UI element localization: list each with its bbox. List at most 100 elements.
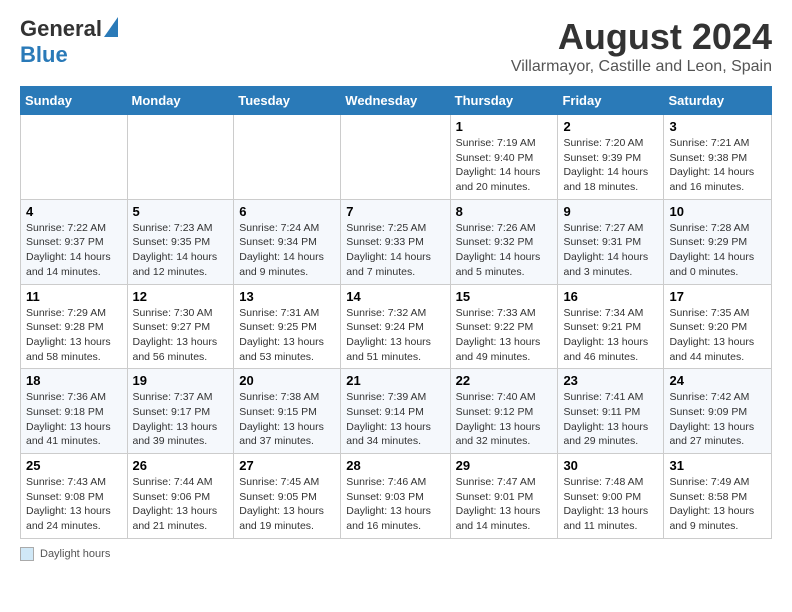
- header-tuesday: Tuesday: [234, 87, 341, 115]
- header-row: SundayMondayTuesdayWednesdayThursdayFrid…: [21, 87, 772, 115]
- day-number: 19: [133, 373, 229, 388]
- logo-triangle-icon: [104, 17, 118, 37]
- daylight-box: [20, 547, 34, 561]
- day-info: Sunrise: 7:49 AMSunset: 8:58 PMDaylight:…: [669, 475, 766, 534]
- day-info: Sunrise: 7:29 AMSunset: 9:28 PMDaylight:…: [26, 306, 122, 365]
- day-info: Sunrise: 7:41 AMSunset: 9:11 PMDaylight:…: [563, 390, 658, 449]
- day-info: Sunrise: 7:36 AMSunset: 9:18 PMDaylight:…: [26, 390, 122, 449]
- cell-4-5: 30 Sunrise: 7:48 AMSunset: 9:00 PMDayligh…: [558, 454, 664, 539]
- day-info: Sunrise: 7:40 AMSunset: 9:12 PMDaylight:…: [456, 390, 553, 449]
- cell-3-5: 23 Sunrise: 7:41 AMSunset: 9:11 PMDayligh…: [558, 369, 664, 454]
- day-info: Sunrise: 7:47 AMSunset: 9:01 PMDaylight:…: [456, 475, 553, 534]
- cell-2-4: 15Sunrise: 7:33 AMSunset: 9:22 PMDayligh…: [450, 284, 558, 369]
- cell-1-1: 5Sunrise: 7:23 AMSunset: 9:35 PMDaylight…: [127, 199, 234, 284]
- day-number: 22: [456, 373, 553, 388]
- cell-4-3: 28 Sunrise: 7:46 AMSunset: 9:03 PMDayligh…: [341, 454, 450, 539]
- day-number: 24: [669, 373, 766, 388]
- cell-3-3: 21Sunrise: 7:39 AMSunset: 9:14 PMDayligh…: [341, 369, 450, 454]
- week-row-0: 1Sunrise: 7:19 AMSunset: 9:40 PMDaylight…: [21, 115, 772, 200]
- day-number: 1: [456, 119, 553, 134]
- week-row-4: 25 Sunrise: 7:43 AMSunset: 9:08 PMDayligh…: [21, 454, 772, 539]
- day-info: Sunrise: 7:23 AMSunset: 9:35 PMDaylight:…: [133, 221, 229, 280]
- day-number: 28: [346, 458, 444, 473]
- cell-2-6: 17 Sunrise: 7:35 AMSunset: 9:20 PMDayligh…: [664, 284, 772, 369]
- day-number: 9: [563, 204, 658, 219]
- day-number: 10: [669, 204, 766, 219]
- header-saturday: Saturday: [664, 87, 772, 115]
- day-info: Sunrise: 7:25 AMSunset: 9:33 PMDaylight:…: [346, 221, 444, 280]
- day-number: 3: [669, 119, 766, 134]
- cell-0-4: 1Sunrise: 7:19 AMSunset: 9:40 PMDaylight…: [450, 115, 558, 200]
- cell-0-5: 2Sunrise: 7:20 AMSunset: 9:39 PMDaylight…: [558, 115, 664, 200]
- day-info: Sunrise: 7:35 AMSunset: 9:20 PMDaylight:…: [669, 306, 766, 365]
- cell-3-1: 19 Sunrise: 7:37 AMSunset: 9:17 PMDayligh…: [127, 369, 234, 454]
- week-row-3: 18 Sunrise: 7:36 AMSunset: 9:18 PMDayligh…: [21, 369, 772, 454]
- calendar-table: SundayMondayTuesdayWednesdayThursdayFrid…: [20, 86, 772, 539]
- day-number: 4: [26, 204, 122, 219]
- day-number: 16: [563, 289, 658, 304]
- cell-0-1: [127, 115, 234, 200]
- day-info: Sunrise: 7:27 AMSunset: 9:31 PMDaylight:…: [563, 221, 658, 280]
- cell-2-0: 11 Sunrise: 7:29 AMSunset: 9:28 PMDayligh…: [21, 284, 128, 369]
- cell-2-1: 12 Sunrise: 7:30 AMSunset: 9:27 PMDayligh…: [127, 284, 234, 369]
- cell-3-6: 24Sunrise: 7:42 AMSunset: 9:09 PMDayligh…: [664, 369, 772, 454]
- cell-3-0: 18 Sunrise: 7:36 AMSunset: 9:18 PMDayligh…: [21, 369, 128, 454]
- cell-2-3: 14Sunrise: 7:32 AMSunset: 9:24 PMDayligh…: [341, 284, 450, 369]
- day-info: Sunrise: 7:46 AMSunset: 9:03 PMDaylight:…: [346, 475, 444, 534]
- day-number: 7: [346, 204, 444, 219]
- day-info: Sunrise: 7:48 AMSunset: 9:00 PMDaylight:…: [563, 475, 658, 534]
- cell-1-5: 9 Sunrise: 7:27 AMSunset: 9:31 PMDaylight…: [558, 199, 664, 284]
- day-number: 29: [456, 458, 553, 473]
- day-number: 23: [563, 373, 658, 388]
- logo-blue: Blue: [20, 42, 68, 68]
- header-thursday: Thursday: [450, 87, 558, 115]
- day-info: Sunrise: 7:34 AMSunset: 9:21 PMDaylight:…: [563, 306, 658, 365]
- header-friday: Friday: [558, 87, 664, 115]
- header: General Blue August 2024 Villarmayor, Ca…: [20, 16, 772, 76]
- day-info: Sunrise: 7:33 AMSunset: 9:22 PMDaylight:…: [456, 306, 553, 365]
- day-info: Sunrise: 7:30 AMSunset: 9:27 PMDaylight:…: [133, 306, 229, 365]
- day-info: Sunrise: 7:28 AMSunset: 9:29 PMDaylight:…: [669, 221, 766, 280]
- day-info: Sunrise: 7:21 AMSunset: 9:38 PMDaylight:…: [669, 136, 766, 195]
- cell-4-0: 25 Sunrise: 7:43 AMSunset: 9:08 PMDayligh…: [21, 454, 128, 539]
- day-number: 17: [669, 289, 766, 304]
- header-wednesday: Wednesday: [341, 87, 450, 115]
- footer-label: Daylight hours: [40, 548, 110, 560]
- day-info: Sunrise: 7:45 AMSunset: 9:05 PMDaylight:…: [239, 475, 335, 534]
- day-number: 12: [133, 289, 229, 304]
- day-number: 11: [26, 289, 122, 304]
- day-info: Sunrise: 7:38 AMSunset: 9:15 PMDaylight:…: [239, 390, 335, 449]
- logo-general: General: [20, 16, 102, 42]
- page: General Blue August 2024 Villarmayor, Ca…: [0, 0, 792, 571]
- cell-3-4: 22 Sunrise: 7:40 AMSunset: 9:12 PMDayligh…: [450, 369, 558, 454]
- day-info: Sunrise: 7:31 AMSunset: 9:25 PMDaylight:…: [239, 306, 335, 365]
- header-monday: Monday: [127, 87, 234, 115]
- cell-4-2: 27Sunrise: 7:45 AMSunset: 9:05 PMDayligh…: [234, 454, 341, 539]
- week-row-1: 4Sunrise: 7:22 AMSunset: 9:37 PMDaylight…: [21, 199, 772, 284]
- day-number: 26: [133, 458, 229, 473]
- month-year-title: August 2024: [511, 16, 772, 58]
- day-info: Sunrise: 7:43 AMSunset: 9:08 PMDaylight:…: [26, 475, 122, 534]
- cell-0-6: 3 Sunrise: 7:21 AMSunset: 9:38 PMDaylight…: [664, 115, 772, 200]
- cell-1-6: 10 Sunrise: 7:28 AMSunset: 9:29 PMDayligh…: [664, 199, 772, 284]
- cell-0-2: [234, 115, 341, 200]
- day-info: Sunrise: 7:44 AMSunset: 9:06 PMDaylight:…: [133, 475, 229, 534]
- day-info: Sunrise: 7:37 AMSunset: 9:17 PMDaylight:…: [133, 390, 229, 449]
- day-number: 6: [239, 204, 335, 219]
- day-info: Sunrise: 7:26 AMSunset: 9:32 PMDaylight:…: [456, 221, 553, 280]
- cell-1-4: 8Sunrise: 7:26 AMSunset: 9:32 PMDaylight…: [450, 199, 558, 284]
- day-number: 20: [239, 373, 335, 388]
- day-number: 18: [26, 373, 122, 388]
- day-info: Sunrise: 7:20 AMSunset: 9:39 PMDaylight:…: [563, 136, 658, 195]
- day-info: Sunrise: 7:32 AMSunset: 9:24 PMDaylight:…: [346, 306, 444, 365]
- day-info: Sunrise: 7:39 AMSunset: 9:14 PMDaylight:…: [346, 390, 444, 449]
- day-number: 30: [563, 458, 658, 473]
- day-number: 25: [26, 458, 122, 473]
- week-row-2: 11 Sunrise: 7:29 AMSunset: 9:28 PMDayligh…: [21, 284, 772, 369]
- day-info: Sunrise: 7:24 AMSunset: 9:34 PMDaylight:…: [239, 221, 335, 280]
- footer: Daylight hours: [20, 547, 772, 561]
- location-subtitle: Villarmayor, Castille and Leon, Spain: [511, 58, 772, 76]
- cell-4-1: 26 Sunrise: 7:44 AMSunset: 9:06 PMDayligh…: [127, 454, 234, 539]
- cell-1-3: 7 Sunrise: 7:25 AMSunset: 9:33 PMDaylight…: [341, 199, 450, 284]
- cell-4-6: 31Sunrise: 7:49 AMSunset: 8:58 PMDayligh…: [664, 454, 772, 539]
